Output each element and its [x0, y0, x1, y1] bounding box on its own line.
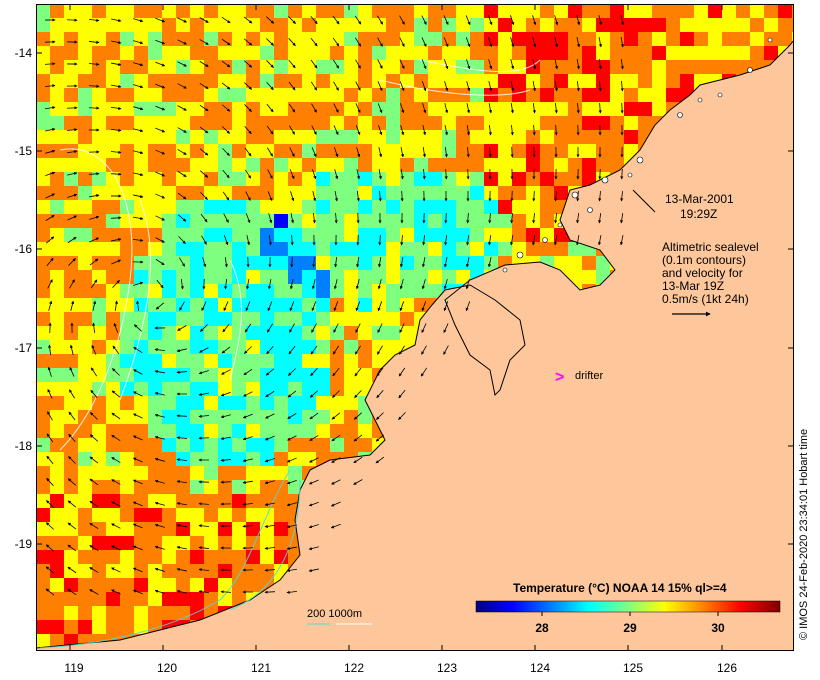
sst-cell [792, 18, 794, 32]
y-tick-label: -16 [14, 242, 32, 256]
drifter-label: drifter [575, 370, 604, 382]
y-tick-label: -17 [14, 341, 32, 355]
sst-cell [792, 256, 794, 270]
altimetry-line: 0.5m/s (1kt 24h) [662, 292, 749, 306]
sst-cell [792, 214, 794, 228]
sst-cell [792, 270, 794, 284]
sst-cell [792, 88, 794, 102]
sst-cell [792, 242, 794, 256]
sst-cell [792, 186, 794, 200]
x-tick-label: 121 [250, 661, 272, 675]
map-frame [36, 4, 794, 651]
sst-cell [792, 648, 794, 651]
sst-cell [792, 102, 794, 116]
sst-cell [792, 228, 794, 242]
x-tick-label: 126 [716, 661, 738, 675]
sst-cell [792, 312, 794, 326]
legend-title: Temperature (°C) NOAA 14 15% ql>=4 [513, 581, 727, 595]
x-tick-label: 125 [622, 661, 644, 675]
sst-cell [792, 298, 794, 312]
depth-scale-label: 200 1000m [307, 608, 363, 620]
image-time: 19:29Z [680, 207, 718, 221]
x-tick-label: 123 [436, 661, 458, 675]
sst-cell [792, 130, 794, 144]
sst-cell [792, 368, 794, 382]
x-tick-label: 120 [156, 661, 178, 675]
sst-cell [792, 144, 794, 158]
sst-cell [792, 396, 794, 410]
sst-cell [792, 4, 794, 18]
sst-cell [792, 74, 794, 88]
y-tick-label: -19 [14, 537, 32, 551]
sst-cell [792, 284, 794, 298]
colorbar-label: 29 [623, 621, 637, 635]
colorbar-label: 28 [535, 621, 549, 635]
x-tick-label: 119 [64, 661, 84, 675]
x-tick-label: 122 [343, 661, 365, 675]
sst-cell [792, 46, 794, 60]
sst-cell [792, 410, 794, 424]
credit-text: © IMOS 24-Feb-2020 23:34:01 Hobart time [798, 428, 810, 640]
altimetry-description: Altimetric sealevel (0.1m contours) and … [662, 241, 759, 306]
sst-cell [792, 158, 794, 172]
colorbar-label: 30 [711, 621, 725, 635]
sst-cell [792, 116, 794, 130]
sst-cell [792, 354, 794, 368]
image-date: 13-Mar-2001 [665, 192, 734, 206]
sst-cell [792, 382, 794, 396]
sst-cell [792, 60, 794, 74]
y-tick-label: -14 [14, 46, 32, 60]
y-tick-label: -18 [14, 439, 32, 453]
sst-cell [792, 326, 794, 340]
sst-cell [792, 32, 794, 46]
x-tick-label: 124 [529, 661, 551, 675]
sst-cell [792, 200, 794, 214]
sst-cell [792, 340, 794, 354]
y-tick-label: -15 [14, 144, 32, 158]
sst-cell [792, 172, 794, 186]
